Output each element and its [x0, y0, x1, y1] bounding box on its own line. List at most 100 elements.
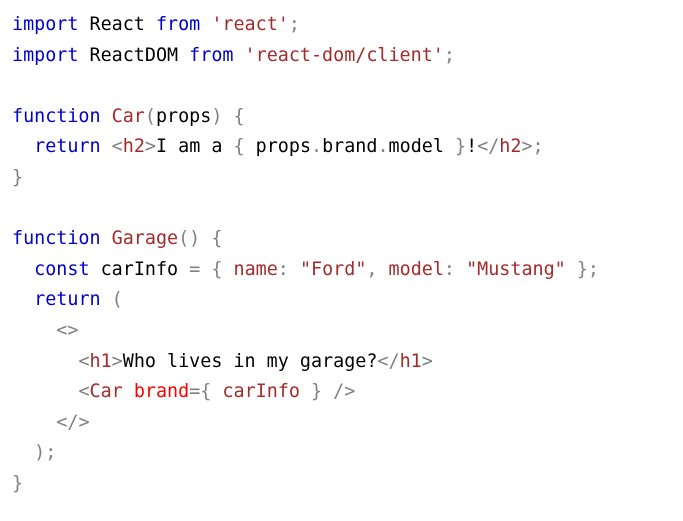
code-token: function [12, 105, 101, 127]
code-line: import React from 'react'; [12, 10, 599, 41]
code-token: Who lives in my garage? [122, 350, 378, 372]
code-token: 'react-dom/client' [244, 44, 444, 66]
code-token: Car [89, 381, 123, 403]
code-token: <> [56, 319, 79, 341]
code-token: < [111, 136, 123, 158]
code-line: ​ [12, 71, 599, 102]
code-token: } [12, 472, 24, 494]
code-token: import [12, 44, 79, 66]
code-token: brand [322, 136, 378, 158]
code-token: </ [477, 136, 500, 158]
code-line: function Garage() { [12, 224, 599, 255]
code-block: import React from 'react'; import ReactDO… [12, 10, 599, 500]
code-token: } [12, 166, 24, 188]
code-token: { [200, 381, 212, 403]
code-token: h2 [122, 136, 145, 158]
code-line: function Car(props) { [12, 102, 599, 133]
code-token: { [233, 136, 245, 158]
code-token: "Mustang" [466, 258, 566, 280]
code-token: name [233, 258, 278, 280]
code-token: function [12, 228, 101, 250]
code-line: </> [12, 408, 599, 439]
code-token: . [377, 136, 389, 158]
code-line: <Car brand={ carInfo } /> [12, 377, 599, 408]
code-token: ! [466, 136, 478, 158]
code-token: const [34, 258, 90, 280]
code-token: from [189, 44, 234, 66]
code-token: = [189, 258, 201, 280]
code-token: : [277, 258, 289, 280]
code-token: brand [133, 381, 190, 403]
code-token: h1 [399, 350, 422, 372]
code-token: /> [333, 381, 356, 403]
code-token: Car [111, 105, 145, 127]
code-token: return [34, 289, 101, 311]
code-token: import [12, 14, 79, 35]
code-token: carInfo [222, 381, 300, 403]
code-token: } [454, 136, 467, 158]
code-token: 'react' [211, 14, 289, 35]
code-line: const carInfo = { name: "Ford", model: "… [12, 255, 599, 286]
code-token: ; [288, 14, 300, 35]
code-token: return [34, 136, 101, 158]
code-token: > [421, 350, 433, 372]
code-token: React [78, 14, 156, 35]
code-token: }; [576, 258, 599, 280]
code-token: > [144, 136, 156, 158]
code-token: > [521, 136, 533, 158]
code-line: return <h2>I am a { props.brand.model }!… [12, 132, 599, 163]
code-line: } [12, 469, 599, 500]
code-token: ); [34, 442, 57, 464]
code-token: model [388, 136, 455, 158]
code-line: ​ [12, 194, 599, 225]
code-token: "Ford" [299, 258, 367, 280]
code-token: ( [111, 289, 123, 311]
code-line: ); [12, 438, 599, 469]
code-line: return ( [12, 285, 599, 316]
code-token: I am a [155, 136, 234, 158]
code-token: </> [56, 411, 90, 433]
code-token: ) [211, 105, 223, 127]
code-token: { [211, 258, 223, 280]
code-token: { [211, 228, 223, 250]
code-token: > [111, 350, 123, 372]
code-token: model [388, 258, 444, 280]
code-token: . [311, 136, 323, 158]
code-token: () [178, 228, 201, 250]
code-token: < [78, 381, 90, 403]
code-token: </ [377, 350, 400, 372]
code-token: , [366, 258, 378, 280]
code-token: Garage [111, 228, 179, 250]
code-token: h2 [499, 136, 522, 158]
code-token: ; [443, 44, 455, 66]
code-line: <h1>Who lives in my garage?</h1> [12, 347, 599, 378]
code-token: from [155, 14, 201, 35]
code-token: = [189, 381, 201, 403]
code-token: } [311, 381, 323, 403]
code-token: { [233, 105, 245, 127]
